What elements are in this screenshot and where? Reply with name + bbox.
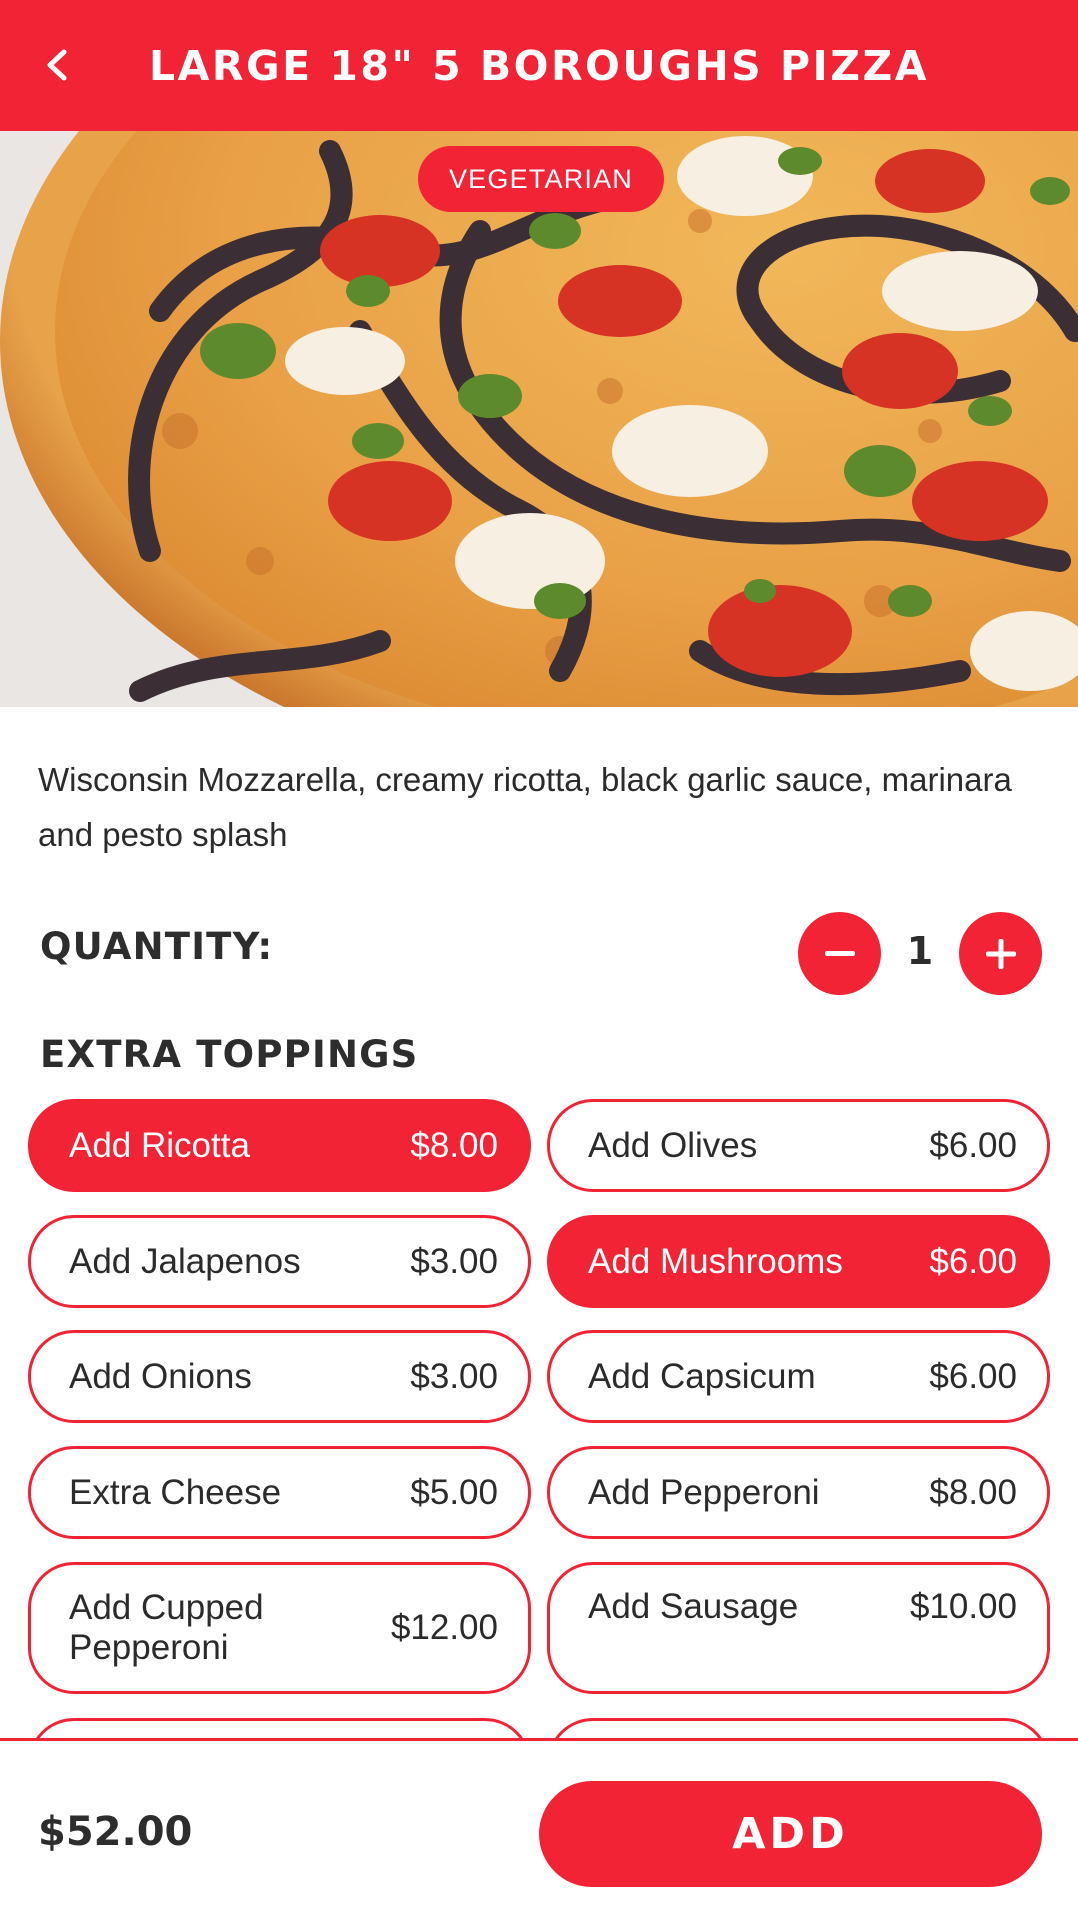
topping-mushrooms[interactable]: Add Mushrooms $6.00: [547, 1215, 1050, 1308]
topping-price: $3.00: [410, 1356, 498, 1396]
topping-price: $6.00: [929, 1125, 1017, 1165]
product-detail-screen: LARGE 18" 5 BOROUGHS PIZZA VEGETARIAN Wi…: [0, 0, 1078, 1918]
topping-jalapenos[interactable]: Add Jalapenos $3.00: [28, 1215, 531, 1308]
product-description: Wisconsin Mozzarella, creamy ricotta, bl…: [38, 761, 1012, 853]
total-price: $52.00: [38, 1809, 193, 1855]
topping-sausage[interactable]: Add Sausage $10.00: [547, 1562, 1050, 1694]
quantity-increment-button[interactable]: [959, 912, 1042, 995]
topping-name: Add Jalapenos: [69, 1241, 301, 1281]
header-bar: LARGE 18" 5 BOROUGHS PIZZA: [0, 0, 1078, 131]
topping-name: Add Pepperoni: [588, 1472, 820, 1512]
topping-ricotta[interactable]: Add Ricotta $8.00: [28, 1099, 531, 1192]
vegetarian-badge: VEGETARIAN: [418, 146, 664, 212]
page-title: LARGE 18" 5 BOROUGHS PIZZA: [149, 41, 929, 90]
minus-icon: [824, 950, 855, 956]
topping-price: $6.00: [929, 1356, 1017, 1396]
topping-name: Add Mushrooms: [588, 1241, 843, 1281]
bottom-bar: $52.00 ADD: [0, 1738, 1078, 1918]
quantity-value: 1: [906, 929, 934, 973]
topping-name: Add Olives: [588, 1125, 758, 1165]
plus-icon: [985, 938, 1016, 969]
topping-name: Add Cupped Pepperoni: [69, 1588, 264, 1667]
topping-price: $12.00: [390, 1608, 498, 1647]
topping-price: $5.00: [410, 1472, 498, 1512]
product-image: VEGETARIAN: [0, 131, 1078, 707]
topping-pepperoni[interactable]: Add Pepperoni $8.00: [547, 1446, 1050, 1539]
topping-name: Add Capsicum: [588, 1356, 816, 1396]
topping-price: $10.00: [909, 1587, 1017, 1626]
topping-olives[interactable]: Add Olives $6.00: [547, 1099, 1050, 1192]
extra-toppings-heading: EXTRA TOPPINGS: [40, 1033, 419, 1076]
quantity-label: QUANTITY:: [40, 925, 274, 968]
topping-price: $3.00: [410, 1241, 498, 1281]
topping-name: Add Sausage: [588, 1587, 799, 1626]
topping-extra-cheese[interactable]: Extra Cheese $5.00: [28, 1446, 531, 1539]
topping-price: $8.00: [929, 1472, 1017, 1512]
back-button[interactable]: [26, 34, 88, 96]
chevron-left-icon: [47, 49, 67, 81]
add-to-cart-button[interactable]: ADD: [539, 1781, 1042, 1887]
topping-capsicum[interactable]: Add Capsicum $6.00: [547, 1330, 1050, 1423]
topping-onions[interactable]: Add Onions $3.00: [28, 1330, 531, 1423]
topping-name: Add Ricotta: [69, 1125, 250, 1165]
topping-name: Add Onions: [69, 1356, 252, 1396]
topping-name: Extra Cheese: [69, 1472, 282, 1512]
topping-cupped-pepperoni[interactable]: Add Cupped Pepperoni $12.00: [28, 1562, 531, 1694]
quantity-decrement-button[interactable]: [798, 912, 881, 995]
topping-price: $6.00: [929, 1241, 1017, 1281]
topping-price: $8.00: [410, 1125, 498, 1165]
